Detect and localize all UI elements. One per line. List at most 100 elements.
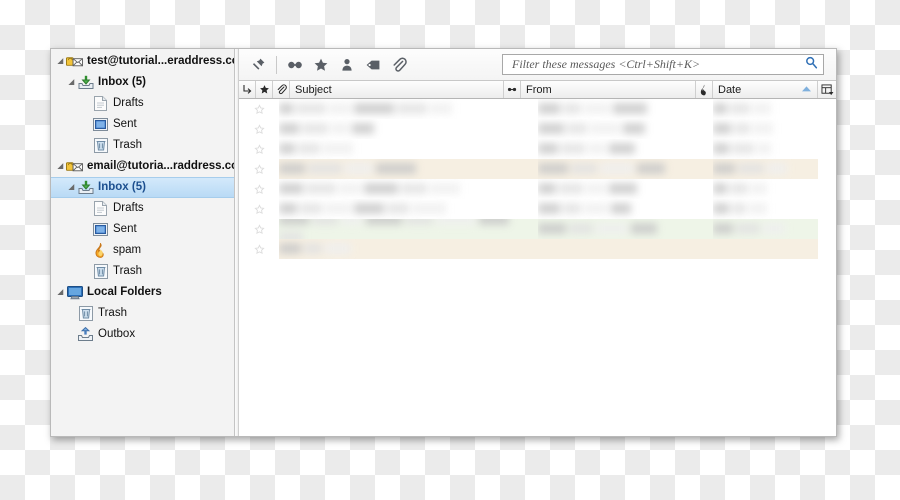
sent-icon <box>92 117 109 132</box>
sidebar-account-local-folders-label: Local Folders <box>87 286 162 298</box>
star-outline-icon[interactable] <box>239 103 279 115</box>
inbox-icon <box>77 180 94 195</box>
redacted-text <box>538 160 668 178</box>
redacted-text <box>279 240 354 258</box>
quickfilter-contact-button[interactable] <box>334 53 360 77</box>
message-subject-cell <box>279 199 538 219</box>
trash-icon <box>77 306 94 321</box>
sidebar-folder-trash-1-label: Trash <box>113 139 142 151</box>
column-header-junk[interactable] <box>696 81 713 98</box>
search-input[interactable] <box>510 56 804 73</box>
sidebar-folder-spam[interactable]: spam <box>51 240 234 261</box>
local-folders-icon <box>66 285 83 300</box>
star-outline-icon[interactable] <box>239 183 279 195</box>
column-header-starred[interactable] <box>256 81 273 98</box>
quickfilter-starred-button[interactable] <box>308 53 334 77</box>
sidebar-folder-inbox-1[interactable]: ◢ Inbox (5) <box>51 72 234 93</box>
column-header-read[interactable] <box>504 81 521 98</box>
quickfilter-pin-button[interactable] <box>245 53 271 77</box>
star-outline-icon[interactable] <box>239 223 279 235</box>
sent-icon <box>92 222 109 237</box>
redacted-text <box>713 120 776 138</box>
sidebar-folder-sent-1[interactable]: Sent <box>51 114 234 135</box>
message-subject-cell <box>279 219 538 239</box>
quickfilter-unread-button[interactable] <box>282 53 308 77</box>
message-date-cell <box>713 219 818 239</box>
message-subject-cell <box>279 99 538 119</box>
twisty-collapse-icon[interactable]: ◢ <box>66 177 77 198</box>
column-header-from-label: From <box>526 83 552 96</box>
sidebar-folder-trash-1[interactable]: Trash <box>51 135 234 156</box>
message-from-cell <box>538 199 713 219</box>
sidebar-folder-drafts-2[interactable]: Drafts <box>51 198 234 219</box>
column-header-date[interactable]: Date <box>713 81 818 98</box>
message-from-cell <box>538 159 713 179</box>
trash-icon <box>92 264 109 279</box>
message-row[interactable] <box>239 179 836 199</box>
column-header-attachment[interactable] <box>273 81 290 98</box>
message-from-cell <box>538 119 713 139</box>
message-row[interactable] <box>239 139 836 159</box>
star-outline-icon[interactable] <box>239 143 279 155</box>
sidebar-folder-outbox[interactable]: Outbox <box>51 324 234 345</box>
search-magnifier-icon[interactable] <box>804 55 819 75</box>
message-subject-cell <box>279 179 538 199</box>
column-header-from[interactable]: From <box>521 81 696 98</box>
star-outline-icon[interactable] <box>239 163 279 175</box>
sidebar-folder-trash-local[interactable]: Trash <box>51 303 234 324</box>
sidebar-account-test[interactable]: ◢ test@tutorial...eraddress.com <box>51 51 234 72</box>
message-row[interactable] <box>239 199 836 219</box>
star-outline-icon[interactable] <box>239 203 279 215</box>
redacted-text <box>279 200 449 218</box>
column-header-thread[interactable] <box>239 81 256 98</box>
redacted-text <box>713 200 770 218</box>
sidebar-folder-sent-2[interactable]: Sent <box>51 219 234 240</box>
message-subject-cell <box>279 239 538 259</box>
sidebar-folder-sent-2-label: Sent <box>113 223 137 235</box>
account-mail-icon <box>66 159 83 174</box>
message-date-cell <box>713 119 818 139</box>
message-row[interactable] <box>239 239 836 259</box>
quickfilter-attachment-button[interactable] <box>386 53 412 77</box>
twisty-collapse-icon[interactable]: ◢ <box>66 72 77 93</box>
sidebar-account-email[interactable]: ◢ email@tutoria...raddress.com <box>51 156 234 177</box>
sidebar-folder-inbox-2[interactable]: ◢ Inbox (5) <box>51 177 234 198</box>
column-picker-icon[interactable] <box>818 81 836 98</box>
sidebar-folder-trash-2-label: Trash <box>113 265 142 277</box>
message-row[interactable] <box>239 159 836 179</box>
quickfilter-tag-button[interactable] <box>360 53 386 77</box>
spam-flame-icon <box>92 243 109 258</box>
message-row[interactable] <box>239 119 836 139</box>
twisty-collapse-icon[interactable]: ◢ <box>55 156 66 177</box>
twisty-collapse-icon[interactable]: ◢ <box>55 282 66 303</box>
sidebar-folder-inbox-1-label: Inbox (5) <box>98 76 146 88</box>
redacted-text <box>713 180 770 198</box>
column-header-subject-label: Subject <box>295 83 332 96</box>
twisty-collapse-icon[interactable]: ◢ <box>55 51 66 72</box>
message-row[interactable] <box>239 219 836 239</box>
redacted-text <box>713 220 788 238</box>
message-subject-cell <box>279 159 538 179</box>
sidebar-folder-trash-local-label: Trash <box>98 307 127 319</box>
star-outline-icon[interactable] <box>239 123 279 135</box>
sidebar-account-local-folders[interactable]: ◢ Local Folders <box>51 282 234 303</box>
column-header-subject[interactable]: Subject <box>290 81 504 98</box>
message-list-column-headers[interactable]: Subject From Date <box>239 81 836 99</box>
star-outline-icon[interactable] <box>239 243 279 255</box>
sidebar-folder-trash-2[interactable]: Trash <box>51 261 234 282</box>
redacted-text <box>538 220 660 238</box>
redacted-text <box>713 160 790 178</box>
message-list[interactable] <box>239 99 836 436</box>
outbox-icon <box>77 327 94 342</box>
folder-pane[interactable]: ◢ test@tutorial...eraddress.com ◢ Inbox (5)… <box>51 49 235 436</box>
redacted-text <box>538 140 638 158</box>
redacted-text <box>279 180 463 198</box>
sidebar-account-email-label: email@tutoria...raddress.com <box>87 160 235 172</box>
message-row[interactable] <box>239 99 836 119</box>
sidebar-account-test-label: test@tutorial...eraddress.com <box>87 55 235 67</box>
sidebar-folder-drafts-1[interactable]: Drafts <box>51 93 234 114</box>
search-box[interactable] <box>502 54 824 75</box>
message-date-cell <box>713 139 818 159</box>
thunderbird-window: ◢ test@tutorial...eraddress.com ◢ Inbox (5)… <box>50 48 837 437</box>
redacted-text <box>279 160 419 178</box>
